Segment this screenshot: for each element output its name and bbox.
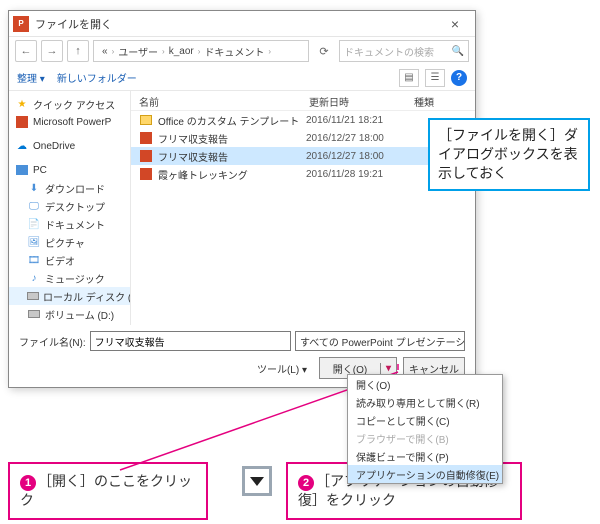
column-type: 種類 bbox=[406, 91, 475, 110]
menu-auto-repair[interactable]: アプリケーションの自動修復(E) bbox=[348, 465, 502, 483]
column-date: 更新日時 bbox=[301, 91, 406, 110]
view-button-1[interactable]: ▤ bbox=[399, 69, 419, 87]
step-number-2: 2 bbox=[298, 475, 314, 491]
pc-icon bbox=[15, 164, 29, 176]
dropdown-arrow-illustration bbox=[242, 466, 272, 496]
sidebar-item-pc[interactable]: PC bbox=[9, 161, 130, 179]
forward-button[interactable]: → bbox=[41, 40, 63, 62]
back-button[interactable]: ← bbox=[15, 40, 37, 62]
sidebar-item-onedrive[interactable]: ☁OneDrive bbox=[9, 137, 130, 155]
cloud-icon: ☁ bbox=[15, 140, 29, 152]
help-button[interactable]: ? bbox=[451, 70, 467, 86]
refresh-button[interactable]: ⟳ bbox=[313, 45, 335, 58]
titlebar: P ファイルを開く × bbox=[9, 11, 475, 37]
sidebar-item-documents[interactable]: 📄ドキュメント bbox=[9, 215, 130, 233]
menu-open-readonly[interactable]: 読み取り専用として開く(R) bbox=[348, 393, 502, 411]
toolbar: 整理 ▾ 新しいフォルダー ▤ ☰ ? bbox=[9, 65, 475, 91]
folder-icon bbox=[139, 113, 153, 127]
powerpoint-file-icon bbox=[139, 131, 153, 145]
menu-open[interactable]: 開く(O) bbox=[348, 375, 502, 393]
open-dropdown-arrow[interactable]: ▾ bbox=[380, 363, 396, 374]
picture-icon: 🖼 bbox=[27, 236, 41, 248]
search-placeholder: ドキュメントの検索 bbox=[344, 44, 452, 59]
video-icon: 🎞 bbox=[27, 254, 41, 266]
triangle-down-icon bbox=[250, 477, 264, 486]
view-button-2[interactable]: ☰ bbox=[425, 69, 445, 87]
window-title: ファイルを開く bbox=[35, 16, 439, 32]
document-icon: 📄 bbox=[27, 218, 41, 230]
column-name: 名前 bbox=[131, 91, 301, 110]
file-open-dialog: P ファイルを開く × ← → ↑ «› ユーザー› k_aor› ドキュメント… bbox=[8, 10, 476, 388]
sidebar-item-music[interactable]: ♪ミュージック bbox=[9, 269, 130, 287]
callout-step-1: 1［開く］のここをクリック bbox=[8, 462, 208, 520]
file-row[interactable]: Office のカスタム テンプレート2016/11/21 18:21 bbox=[131, 111, 475, 129]
close-button[interactable]: × bbox=[439, 16, 471, 32]
breadcrumb[interactable]: «› ユーザー› k_aor› ドキュメント› bbox=[93, 40, 309, 62]
tools-menu[interactable]: ツール(L) ▾ bbox=[257, 361, 307, 376]
desktop-icon: 🖵 bbox=[27, 200, 41, 212]
up-button[interactable]: ↑ bbox=[67, 40, 89, 62]
new-folder-button[interactable]: 新しいフォルダー bbox=[57, 70, 137, 85]
sidebar-item-local-disk-c[interactable]: ローカル ディスク (C bbox=[9, 287, 130, 305]
menu-open-in-browser: ブラウザーで開く(B) bbox=[348, 429, 502, 447]
sidebar: ★クイック アクセス Microsoft PowerP ☁OneDrive PC… bbox=[9, 91, 131, 325]
music-icon: ♪ bbox=[27, 272, 41, 284]
menu-open-protected[interactable]: 保護ビューで開く(P) bbox=[348, 447, 502, 465]
sidebar-item-powerpoint[interactable]: Microsoft PowerP bbox=[9, 113, 130, 131]
search-input[interactable]: ドキュメントの検索 🔍 bbox=[339, 40, 469, 62]
column-headers[interactable]: 名前 更新日時 種類 bbox=[131, 91, 475, 111]
powerpoint-file-icon bbox=[139, 167, 153, 181]
organize-menu[interactable]: 整理 ▾ bbox=[17, 70, 45, 85]
sidebar-item-pictures[interactable]: 🖼ピクチャ bbox=[9, 233, 130, 251]
file-list: 名前 更新日時 種類 Office のカスタム テンプレート2016/11/21… bbox=[131, 91, 475, 325]
file-row[interactable]: 霞ヶ峰トレッキング2016/11/28 19:21 bbox=[131, 165, 475, 183]
sidebar-item-desktop[interactable]: 🖵デスクトップ bbox=[9, 197, 130, 215]
download-icon: ⬇ bbox=[27, 182, 41, 194]
powerpoint-icon bbox=[15, 116, 29, 128]
search-icon: 🔍 bbox=[452, 46, 464, 57]
powerpoint-file-icon bbox=[139, 149, 153, 163]
navbar: ← → ↑ «› ユーザー› k_aor› ドキュメント› ⟳ ドキュメントの検… bbox=[9, 37, 475, 65]
filename-input[interactable] bbox=[90, 331, 291, 351]
step-number-1: 1 bbox=[20, 475, 36, 491]
open-dropdown-menu: 開く(O) 読み取り専用として開く(R) コピーとして開く(C) ブラウザーで開… bbox=[347, 374, 503, 484]
file-row-selected[interactable]: フリマ収支報告2016/12/27 18:00 bbox=[131, 147, 475, 165]
filetype-dropdown[interactable]: すべての PowerPoint プレゼンテーシ˅ bbox=[295, 331, 465, 351]
sidebar-item-quick-access[interactable]: ★クイック アクセス bbox=[9, 95, 130, 113]
drive-icon bbox=[27, 290, 39, 302]
callout-blue: ［ファイルを開く］ダイアログボックスを表示しておく bbox=[428, 118, 590, 191]
file-row[interactable]: フリマ収支報告2016/12/27 18:00 bbox=[131, 129, 475, 147]
drive-icon bbox=[27, 308, 41, 320]
filename-label: ファイル名(N): bbox=[19, 334, 86, 349]
menu-open-as-copy[interactable]: コピーとして開く(C) bbox=[348, 411, 502, 429]
star-icon: ★ bbox=[15, 98, 29, 110]
sidebar-item-downloads[interactable]: ⬇ダウンロード bbox=[9, 179, 130, 197]
sidebar-item-videos[interactable]: 🎞ビデオ bbox=[9, 251, 130, 269]
powerpoint-icon: P bbox=[13, 16, 29, 32]
sidebar-item-volume-d[interactable]: ボリューム (D:) bbox=[9, 305, 130, 323]
